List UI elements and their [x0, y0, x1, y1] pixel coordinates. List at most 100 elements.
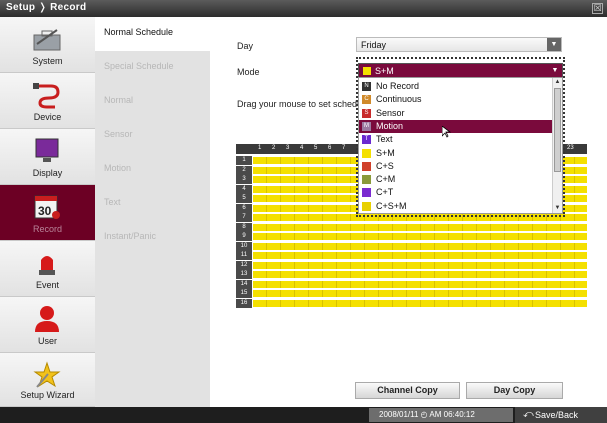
sidebar-item-setup-wizard[interactable]: Setup Wizard [0, 353, 95, 407]
schedule-cells[interactable] [253, 242, 587, 250]
mode-swatch [362, 188, 371, 198]
mode-option[interactable]: M Motion [359, 119, 553, 133]
mode-option-label: C+S+M [376, 200, 407, 211]
day-select[interactable]: Friday ▼ [356, 37, 562, 52]
channel-number: 11 [236, 251, 252, 260]
svg-text:30: 30 [38, 204, 52, 218]
sidebar-item-label: Setup Wizard [20, 390, 75, 400]
channel-number: 7 [236, 213, 252, 222]
mode-option-label: C+M [376, 174, 396, 185]
hour-label: 1 [258, 145, 262, 151]
channel-number: 14 [236, 279, 252, 289]
schedule-cells[interactable] [253, 290, 587, 297]
mode-option-label: Motion [376, 120, 404, 131]
mode-option-label: C+T [376, 187, 394, 198]
channel-number: 15 [236, 289, 252, 298]
hour-label: 7 [342, 145, 346, 151]
scroll-up-icon[interactable]: ▲ [553, 78, 562, 87]
scroll-down-icon[interactable]: ▼ [553, 204, 562, 213]
hour-label: 23 [567, 145, 574, 151]
mode-dropdown-list[interactable]: N No Record C Continuous S Sensor M Motion T Text… [358, 77, 563, 214]
mode-option-label: S+M [376, 147, 395, 158]
submenu-text[interactable]: Text [95, 187, 210, 221]
submenu-special-schedule[interactable]: Special Schedule [95, 51, 210, 85]
mode-swatch: S [362, 108, 371, 118]
schedule-cells[interactable] [253, 233, 587, 240]
schedule-row[interactable]: 13 [236, 270, 587, 279]
mode-option[interactable]: N No Record [359, 80, 553, 93]
mode-option[interactable]: C+S [359, 160, 553, 173]
schedule-cells[interactable] [253, 223, 587, 231]
hour-label: 5 [314, 145, 318, 151]
mode-option[interactable]: S Sensor [359, 107, 553, 120]
sidebar-item-user[interactable]: User [0, 297, 95, 353]
save-back-label: Save/Back [535, 410, 579, 420]
calendar-icon: 30 [34, 195, 60, 219]
day-value: Friday [361, 40, 387, 50]
schedule-row[interactable]: 8 [236, 222, 587, 232]
channel-number: 12 [236, 260, 252, 270]
schedule-cells[interactable] [253, 280, 587, 288]
schedule-row[interactable]: 9 [236, 232, 587, 241]
scrollbar-thumb[interactable] [554, 88, 561, 172]
mode-option[interactable]: C+S+M [359, 200, 553, 213]
channel-number: 8 [236, 222, 252, 232]
mode-option[interactable]: C+M [359, 173, 553, 186]
datetime-display: 2008/01/11 ◴ AM 06:40:12 [369, 408, 513, 422]
alarm-light-icon [39, 256, 55, 275]
mode-option[interactable]: C+T [359, 186, 553, 199]
channel-number: 4 [236, 184, 252, 194]
back-arrow-icon: ⤺ [523, 409, 534, 420]
mode-option-label: C+S [376, 160, 394, 171]
submenu-instant-panic[interactable]: Instant/Panic [95, 221, 210, 255]
mode-option-label: Text [376, 134, 393, 145]
sidebar-item-event[interactable]: Event [0, 241, 95, 297]
schedule-cells[interactable] [253, 252, 587, 259]
sidebar-item-record[interactable]: 30 Record [0, 185, 95, 241]
sidebar-item-label: Device [33, 112, 62, 122]
sidebar-item-display[interactable]: Display [0, 129, 95, 185]
mode-option-label: No Record [376, 81, 420, 91]
hour-label: 6 [328, 145, 332, 151]
toolbox-icon [33, 29, 61, 51]
submenu-motion[interactable]: Motion [95, 153, 210, 187]
save-back-button[interactable]: ⤺ Save/Back [515, 407, 607, 423]
schedule-row[interactable]: 15 [236, 289, 587, 298]
channel-number: 13 [236, 270, 252, 279]
channel-number: 9 [236, 232, 252, 241]
channel-number: 6 [236, 203, 252, 213]
sidebar-item-system[interactable]: System [0, 17, 95, 73]
mode-label: Mode [237, 67, 260, 77]
channel-copy-button[interactable]: Channel Copy [355, 382, 460, 399]
sidebar-item-device[interactable]: Device [0, 73, 95, 129]
chevron-down-icon[interactable]: ▼ [547, 38, 561, 51]
schedule-row[interactable]: 16 [236, 298, 587, 308]
schedule-row[interactable]: 11 [236, 251, 587, 260]
drag-hint: Drag your mouse to set schedu [237, 99, 363, 109]
channel-number: 2 [236, 165, 252, 175]
mode-swatch: T [362, 135, 371, 145]
sidebar: System Device Display 30 Record Event Us… [0, 17, 95, 407]
submenu-normal[interactable]: Normal [95, 85, 210, 119]
mode-swatch: N [362, 82, 371, 91]
channel-number: 10 [236, 241, 252, 251]
status-bar: 2008/01/11 ◴ AM 06:40:12 ⤺ Save/Back [0, 407, 607, 423]
submenu-sensor[interactable]: Sensor [95, 119, 210, 153]
schedule-row[interactable]: 12 [236, 260, 587, 270]
channel-number: 3 [236, 175, 252, 184]
schedule-cells[interactable] [253, 271, 587, 278]
schedule-row[interactable]: 14 [236, 279, 587, 289]
schedule-row[interactable]: 10 [236, 241, 587, 251]
hour-label: 4 [300, 145, 304, 151]
day-copy-button[interactable]: Day Copy [466, 382, 563, 399]
schedule-cells[interactable] [253, 299, 587, 307]
schedule-cells[interactable] [253, 261, 587, 269]
submenu-normal-schedule[interactable]: Normal Schedule [95, 17, 210, 51]
dropdown-scrollbar[interactable]: ▲ ▼ [552, 78, 562, 213]
sidebar-item-label: Display [32, 168, 63, 178]
close-icon[interactable]: ☒ [592, 3, 603, 14]
mode-option[interactable]: C Continuous [359, 93, 553, 106]
mode-option[interactable]: T Text [359, 133, 553, 146]
mode-swatch: M [362, 121, 371, 131]
mode-option[interactable]: S+M [359, 147, 553, 160]
